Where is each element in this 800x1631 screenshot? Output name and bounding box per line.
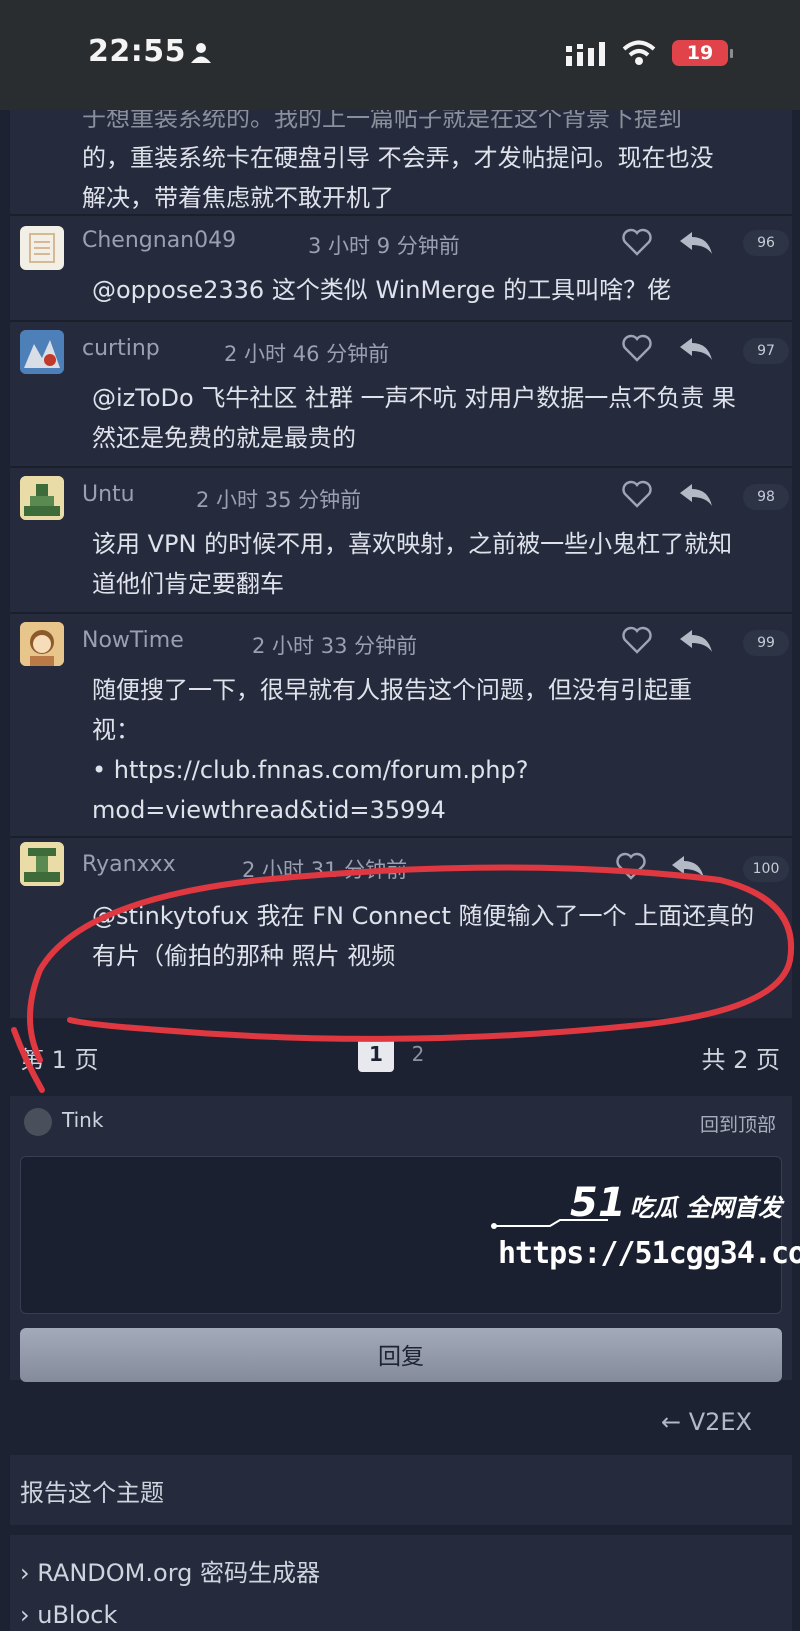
comment-item: curtinp 2 小时 46 分钟前 97 @izToDo 飞牛社区 社群 一… (10, 322, 792, 466)
link-item[interactable]: › RANDOM.org 密码生成器 (20, 1553, 320, 1588)
avatar[interactable] (20, 842, 64, 886)
avatar (24, 1108, 52, 1136)
reply-username: Tink (62, 1108, 104, 1132)
comment-username[interactable]: Ryanxxx (82, 852, 176, 877)
comment-line: @izToDo 飞牛社区 社群 一声不吭 对用户数据一点不负责 果 (92, 384, 736, 412)
heart-icon[interactable] (622, 626, 652, 658)
comment-line: 然还是免费的就是最贵的 (92, 424, 356, 452)
comment-line: @oppose2336 这个类似 WinMerge 的工具叫啥？佬 (92, 276, 672, 304)
avatar[interactable] (20, 330, 64, 374)
comment-line: 有片（偷拍的那种 照片 视频 (92, 942, 396, 970)
floor-number: 100 (743, 856, 789, 882)
reply-arrow-icon[interactable] (678, 230, 714, 260)
comment-link[interactable]: mod=viewthread&tid=35994 (92, 790, 774, 830)
pager-total-label: 共 2 页 (701, 1046, 780, 1074)
comment-partial: 于想重装系统的。我的上一篇帖子就是在这个背景下提到 的，重装系统卡在硬盘引导 不… (10, 96, 792, 214)
comment-item: Untu 2 小时 35 分钟前 98 该用 VPN 的时候不用，喜欢映射，之前… (10, 468, 792, 612)
page: 22:55 19 于想重装系统的。我的上一篇帖子就是在这个背景下提到 的，重装系… (0, 0, 800, 1631)
reply-arrow-icon[interactable] (678, 482, 714, 512)
comment-time: 2 小时 46 分钟前 (224, 342, 390, 366)
status-time: 22:55 (88, 34, 186, 69)
status-bar: 22:55 19 (0, 0, 800, 110)
heart-icon[interactable] (616, 852, 646, 884)
avatar[interactable] (20, 622, 64, 666)
page-button-2[interactable]: 2 (400, 1036, 436, 1072)
comment-line: 视： (92, 716, 140, 744)
heart-icon[interactable] (622, 480, 652, 512)
battery-indicator: 19 (672, 40, 733, 66)
comment-line: 该用 VPN 的时候不用，喜欢映射，之前被一些小鬼杠了就知 (92, 530, 733, 558)
heart-icon[interactable] (622, 334, 652, 366)
comment-time: 2 小时 31 分钟前 (242, 858, 408, 882)
watermark-brand: 51 吃瓜 全网首发 (570, 1180, 783, 1226)
reply-arrow-icon[interactable] (678, 628, 714, 658)
comment-time: 2 小时 33 分钟前 (252, 634, 418, 658)
comment-username[interactable]: Untu (82, 482, 135, 507)
comment-username[interactable]: Chengnan049 (82, 228, 236, 253)
comment-time: 2 小时 35 分钟前 (196, 488, 362, 512)
links-panel: › RANDOM.org 密码生成器 › uBlock (10, 1535, 792, 1631)
floor-number: 99 (743, 630, 789, 656)
comment-username[interactable]: NowTime (82, 628, 184, 653)
person-icon (190, 42, 212, 68)
pager-current-label: 第 1 页 (20, 1046, 99, 1074)
comment-item: Chengnan049 3 小时 9 分钟前 96 @oppose2336 这个… (10, 216, 792, 320)
heart-icon[interactable] (622, 228, 652, 260)
comment-item: Ryanxxx 2 小时 31 分钟前 100 @stinkytofux 我在 … (10, 838, 792, 1018)
floor-number: 97 (743, 338, 789, 364)
comment-username[interactable]: curtinp (82, 336, 160, 361)
back-to-top-link[interactable]: 回到顶部 (700, 1110, 776, 1137)
reply-button[interactable]: 回复 (20, 1328, 782, 1382)
comment-line: @stinkytofux 我在 FN Connect 随便输入了一个 上面还真的 (92, 902, 755, 930)
reply-arrow-icon[interactable] (670, 854, 706, 884)
watermark-url: https://51cgg34.com (498, 1236, 800, 1271)
comment-link[interactable]: • https://club.fnnas.com/forum.php? (92, 750, 774, 790)
page-button-current[interactable]: 1 (358, 1036, 394, 1072)
comment-line: 随便搜了一下，很早就有人报告这个问题，但没有引起重 (92, 676, 692, 704)
avatar[interactable] (20, 226, 64, 270)
comment-line: 解决，带着焦虑就不敢开机了 (82, 184, 394, 212)
comment-time: 3 小时 9 分钟前 (308, 234, 460, 258)
report-panel: 报告这个主题 (10, 1455, 792, 1525)
comment-item: NowTime 2 小时 33 分钟前 99 随便搜了一下，很早就有人报告这个问… (10, 614, 792, 836)
report-topic-link[interactable]: 报告这个主题 (20, 1473, 164, 1508)
watermark: 51 吃瓜 全网首发 https://51cgg34.com (490, 1180, 800, 1290)
v2ex-back-link[interactable]: ← V2EX (661, 1408, 752, 1436)
wifi-icon (622, 40, 656, 70)
signal-icon (566, 42, 608, 70)
avatar[interactable] (20, 476, 64, 520)
link-item[interactable]: › uBlock (20, 1601, 117, 1629)
reply-arrow-icon[interactable] (678, 336, 714, 366)
comment-line: 道他们肯定要翻车 (92, 570, 284, 598)
floor-number: 96 (743, 230, 789, 256)
floor-number: 98 (743, 484, 789, 510)
comment-line: 的，重装系统卡在硬盘引导 不会弄，才发帖提问。现在也没 (82, 144, 714, 172)
